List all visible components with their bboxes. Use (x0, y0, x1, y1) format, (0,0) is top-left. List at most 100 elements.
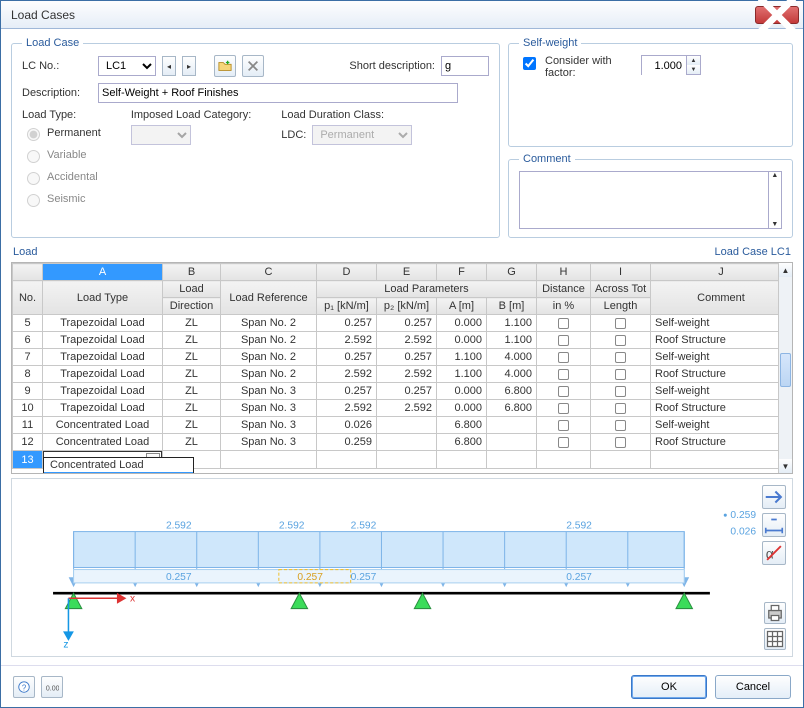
load-type-dropdown[interactable]: Concentrated Load Line Load Trapezoidal … (43, 457, 194, 474)
cell-ref[interactable]: Span No. 2 (221, 332, 317, 349)
preview-tool-2[interactable] (762, 513, 786, 537)
col-E[interactable]: E (377, 264, 437, 281)
row-number[interactable]: 8 (13, 366, 43, 383)
cell-p1[interactable]: 0.257 (317, 315, 377, 332)
dd-item[interactable]: Concentrated Load (44, 458, 193, 472)
cell-ref[interactable]: Span No. 3 (221, 434, 317, 451)
cell-dir[interactable]: ZL (163, 417, 221, 434)
cell-dist[interactable] (537, 400, 591, 417)
cell-p2[interactable]: 0.257 (377, 315, 437, 332)
cell-ref[interactable]: Span No. 2 (221, 315, 317, 332)
col-D[interactable]: D (317, 264, 377, 281)
cell-p2[interactable] (377, 434, 437, 451)
table-row[interactable]: 10Trapezoidal LoadZLSpan No. 32.5922.592… (13, 400, 792, 417)
cell-ref[interactable]: Span No. 2 (221, 366, 317, 383)
col-F[interactable]: F (437, 264, 487, 281)
cell-load-type[interactable]: Concentrated Load (43, 434, 163, 451)
corner-cell[interactable] (13, 264, 43, 281)
cell-comment[interactable]: Self-weight (651, 349, 792, 366)
cell-load-type[interactable]: Trapezoidal Load (43, 383, 163, 400)
cell-a[interactable]: 6.800 (437, 417, 487, 434)
factor-spin-up[interactable]: ▲ (687, 56, 700, 65)
col-C[interactable]: C (221, 264, 317, 281)
cell-comment[interactable]: Roof Structure (651, 400, 792, 417)
cell-load-type[interactable]: Trapezoidal Load (43, 366, 163, 383)
cell-b[interactable]: 6.800 (487, 400, 537, 417)
row-number[interactable]: 11 (13, 417, 43, 434)
row-number[interactable]: 9 (13, 383, 43, 400)
row-number[interactable]: 12 (13, 434, 43, 451)
cell-b[interactable]: 1.100 (487, 332, 537, 349)
cell-dist[interactable] (537, 315, 591, 332)
row-number[interactable]: 13 (13, 451, 43, 469)
cell-comment[interactable]: Self-weight (651, 315, 792, 332)
table-scrollbar[interactable]: ▲ ▼ (778, 263, 792, 473)
cell-b[interactable]: 1.100 (487, 315, 537, 332)
cell-p1[interactable]: 0.257 (317, 383, 377, 400)
cell-load-type[interactable]: Trapezoidal Load (43, 400, 163, 417)
cell-dir[interactable]: ZL (163, 400, 221, 417)
cell-comment[interactable]: Roof Structure (651, 332, 792, 349)
table-row[interactable]: 11Concentrated LoadZLSpan No. 30.0266.80… (13, 417, 792, 434)
scroll-down[interactable]: ▼ (779, 459, 792, 473)
cell-across[interactable] (591, 366, 651, 383)
cell-a[interactable]: 0.000 (437, 383, 487, 400)
lc-prev-button[interactable]: ◂ (162, 56, 176, 76)
ldc-select[interactable]: Permanent (312, 125, 412, 145)
cell-dist[interactable] (537, 417, 591, 434)
cell-p1[interactable]: 0.257 (317, 349, 377, 366)
load-table[interactable]: A B C D E F G H I J No. (12, 263, 792, 469)
cell-comment[interactable]: Roof Structure (651, 366, 792, 383)
radio-accidental[interactable]: Accidental (22, 169, 101, 185)
factor-spin-down[interactable]: ▼ (687, 65, 700, 74)
cell-p2[interactable]: 2.592 (377, 366, 437, 383)
table-row[interactable]: 8Trapezoidal LoadZLSpan No. 22.5922.5921… (13, 366, 792, 383)
cell-comment[interactable]: Roof Structure (651, 434, 792, 451)
consider-checkbox[interactable] (523, 57, 536, 70)
cell-b[interactable]: 4.000 (487, 366, 537, 383)
new-lc-button[interactable] (214, 55, 236, 77)
cell-p1[interactable]: 0.026 (317, 417, 377, 434)
cell-a[interactable]: 1.100 (437, 349, 487, 366)
cell-p1[interactable]: 0.259 (317, 434, 377, 451)
table-row[interactable]: 6Trapezoidal LoadZLSpan No. 22.5922.5920… (13, 332, 792, 349)
cell-comment[interactable]: Self-weight (651, 383, 792, 400)
cell-ref[interactable]: Span No. 3 (221, 383, 317, 400)
cell-a[interactable]: 0.000 (437, 332, 487, 349)
row-number[interactable]: 10 (13, 400, 43, 417)
short-desc-input[interactable] (441, 56, 489, 76)
cell-across[interactable] (591, 400, 651, 417)
col-B[interactable]: B (163, 264, 221, 281)
cell-comment[interactable]: Self-weight (651, 417, 792, 434)
cell-dir[interactable]: ZL (163, 315, 221, 332)
cell-p1[interactable]: 2.592 (317, 366, 377, 383)
description-input[interactable] (98, 83, 458, 103)
dd-item[interactable]: Line Load (44, 472, 193, 474)
titlebar[interactable]: Load Cases (1, 1, 803, 29)
cell-a[interactable]: 0.000 (437, 315, 487, 332)
cell-p2[interactable]: 2.592 (377, 400, 437, 417)
radio-seismic[interactable]: Seismic (22, 191, 101, 207)
col-A[interactable]: A (43, 264, 163, 281)
col-H[interactable]: H (537, 264, 591, 281)
table-row[interactable]: 9Trapezoidal LoadZLSpan No. 30.2570.2570… (13, 383, 792, 400)
cell-across[interactable] (591, 315, 651, 332)
cell-p2[interactable]: 0.257 (377, 349, 437, 366)
ok-button[interactable]: OK (631, 675, 707, 699)
imposed-select[interactable] (131, 125, 191, 145)
units-button[interactable]: 0.00 (41, 676, 63, 698)
close-button[interactable] (755, 6, 799, 24)
cell-p2[interactable]: 2.592 (377, 332, 437, 349)
cell-dist[interactable] (537, 383, 591, 400)
factor-input[interactable]: ▲ ▼ (641, 55, 701, 75)
cell-b[interactable]: 4.000 (487, 349, 537, 366)
cell-p2[interactable]: 0.257 (377, 383, 437, 400)
cell-across[interactable] (591, 434, 651, 451)
row-number[interactable]: 5 (13, 315, 43, 332)
cell-ref[interactable]: Span No. 3 (221, 417, 317, 434)
export-button[interactable] (764, 628, 786, 650)
radio-permanent[interactable]: Permanent (22, 125, 101, 141)
scroll-thumb[interactable] (780, 353, 791, 387)
cell-dir[interactable]: ZL (163, 434, 221, 451)
preview-tool-1[interactable] (762, 485, 786, 509)
